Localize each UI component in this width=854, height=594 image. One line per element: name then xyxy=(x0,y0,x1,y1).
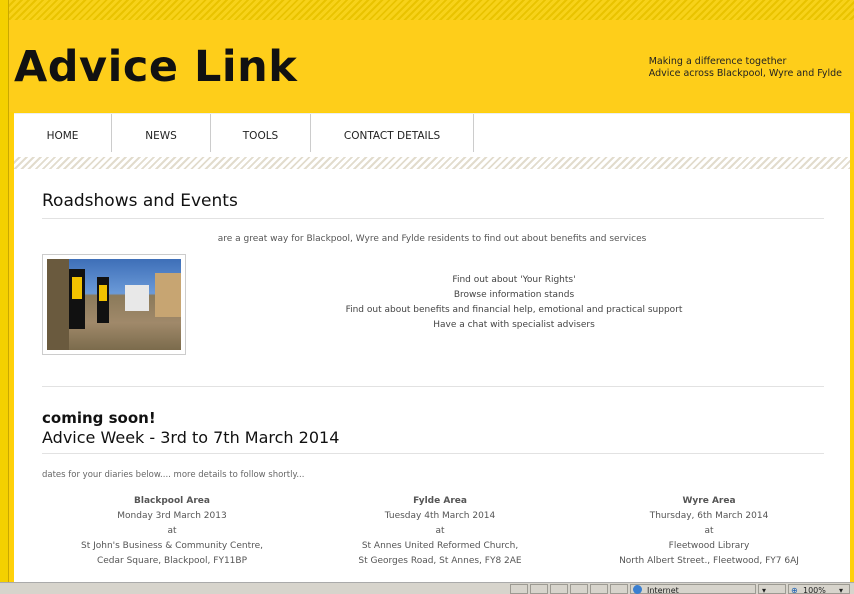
status-cell xyxy=(570,584,588,594)
area-address: North Albert Street., Fleetwood, FY7 6AJ xyxy=(619,556,799,566)
nav-home[interactable]: HOME xyxy=(14,114,112,152)
security-zone: Internet xyxy=(630,584,756,594)
chevron-down-icon: ▾ xyxy=(762,586,767,594)
status-cell xyxy=(590,584,608,594)
photo-wall xyxy=(47,259,69,350)
zoom-icon: ⊕ xyxy=(791,586,798,594)
status-cell xyxy=(530,584,548,594)
nav-tools[interactable]: TOOLS xyxy=(211,114,311,152)
roadshows-intro: are a great way for Blackpool, Wyre and … xyxy=(217,234,647,244)
benefit-item: Find out about 'Your Rights' xyxy=(452,275,576,285)
divider xyxy=(42,453,824,454)
nav-contact-details[interactable]: CONTACT DETAILS xyxy=(311,114,474,152)
benefit-item: Browse information stands xyxy=(453,290,575,300)
area-at: at xyxy=(704,526,714,536)
area-address: St Georges Road, St Annes, FY8 2AE xyxy=(358,556,522,566)
tagline-line-2: Advice across Blackpool, Wyre and Fylde xyxy=(648,68,842,79)
coming-soon-heading: coming soon! xyxy=(42,409,156,427)
area-at: at xyxy=(435,526,445,536)
site-logo[interactable]: Advice Link xyxy=(14,42,297,92)
zoom-level: 100% xyxy=(803,586,826,594)
nav-stripe-band xyxy=(14,157,850,169)
area-fylde: Fylde Area Tuesday 4th March 2014 at St … xyxy=(300,494,580,569)
area-date: Tuesday 4th March 2014 xyxy=(384,511,496,521)
area-name: Blackpool Area xyxy=(134,496,210,506)
chevron-down-icon: ▾ xyxy=(839,586,844,594)
benefit-item: Have a chat with specialist advisers xyxy=(433,320,595,330)
site-tagline: Making a difference together Advice acro… xyxy=(649,56,842,80)
area-venue: St Annes United Reformed Church, xyxy=(361,541,519,551)
area-wyre: Wyre Area Thursday, 6th March 2014 at Fl… xyxy=(569,494,849,569)
photo-banner-2-logo xyxy=(99,285,107,301)
roadshows-title: Roadshows and Events xyxy=(42,191,238,211)
roadshow-photo xyxy=(42,254,186,355)
area-date: Thursday, 6th March 2014 xyxy=(649,511,769,521)
area-name: Wyre Area xyxy=(682,496,736,506)
globe-icon xyxy=(633,585,642,594)
divider xyxy=(42,386,824,387)
main-nav: HOME NEWS TOOLS CONTACT DETAILS xyxy=(14,113,850,159)
photo-building xyxy=(155,273,181,317)
photo-banner-1-logo xyxy=(72,277,82,299)
status-cell xyxy=(610,584,628,594)
area-date: Monday 3rd March 2013 xyxy=(117,511,227,521)
divider xyxy=(42,218,824,219)
area-venue: St John's Business & Community Centre, xyxy=(80,541,264,551)
area-at: at xyxy=(167,526,177,536)
zone-label: Internet xyxy=(647,586,679,594)
benefit-item: Find out about benefits and financial he… xyxy=(345,305,683,315)
tagline-line-1: Making a difference together xyxy=(648,56,787,67)
main-content: Roadshows and Events are a great way for… xyxy=(14,169,850,582)
area-address: Cedar Square, Blackpool, FY11BP xyxy=(96,556,248,566)
protected-mode-button[interactable]: ▾ xyxy=(758,584,786,594)
photo-van xyxy=(125,285,149,311)
area-blackpool: Blackpool Area Monday 3rd March 2013 at … xyxy=(32,494,312,569)
roadshow-photo-image xyxy=(47,259,181,350)
site-header: Advice Link Making a difference together… xyxy=(9,20,854,112)
area-name: Fylde Area xyxy=(413,496,467,506)
status-cell xyxy=(510,584,528,594)
diaries-note: dates for your diaries below.... more de… xyxy=(42,470,305,480)
advice-week-title: Advice Week - 3rd to 7th March 2014 xyxy=(42,428,340,447)
page-frame: Advice Link Making a difference together… xyxy=(8,0,854,582)
roadshow-benefits-list: Find out about 'Your Rights' Browse info… xyxy=(314,273,714,333)
status-cell xyxy=(550,584,568,594)
nav-news[interactable]: NEWS xyxy=(112,114,211,152)
top-stripe-band xyxy=(9,0,854,20)
browser-status-bar: Internet ▾ ⊕ 100% ▾ xyxy=(0,582,854,594)
zoom-control[interactable]: ⊕ 100% ▾ xyxy=(788,584,850,594)
area-venue: Fleetwood Library xyxy=(668,541,750,551)
